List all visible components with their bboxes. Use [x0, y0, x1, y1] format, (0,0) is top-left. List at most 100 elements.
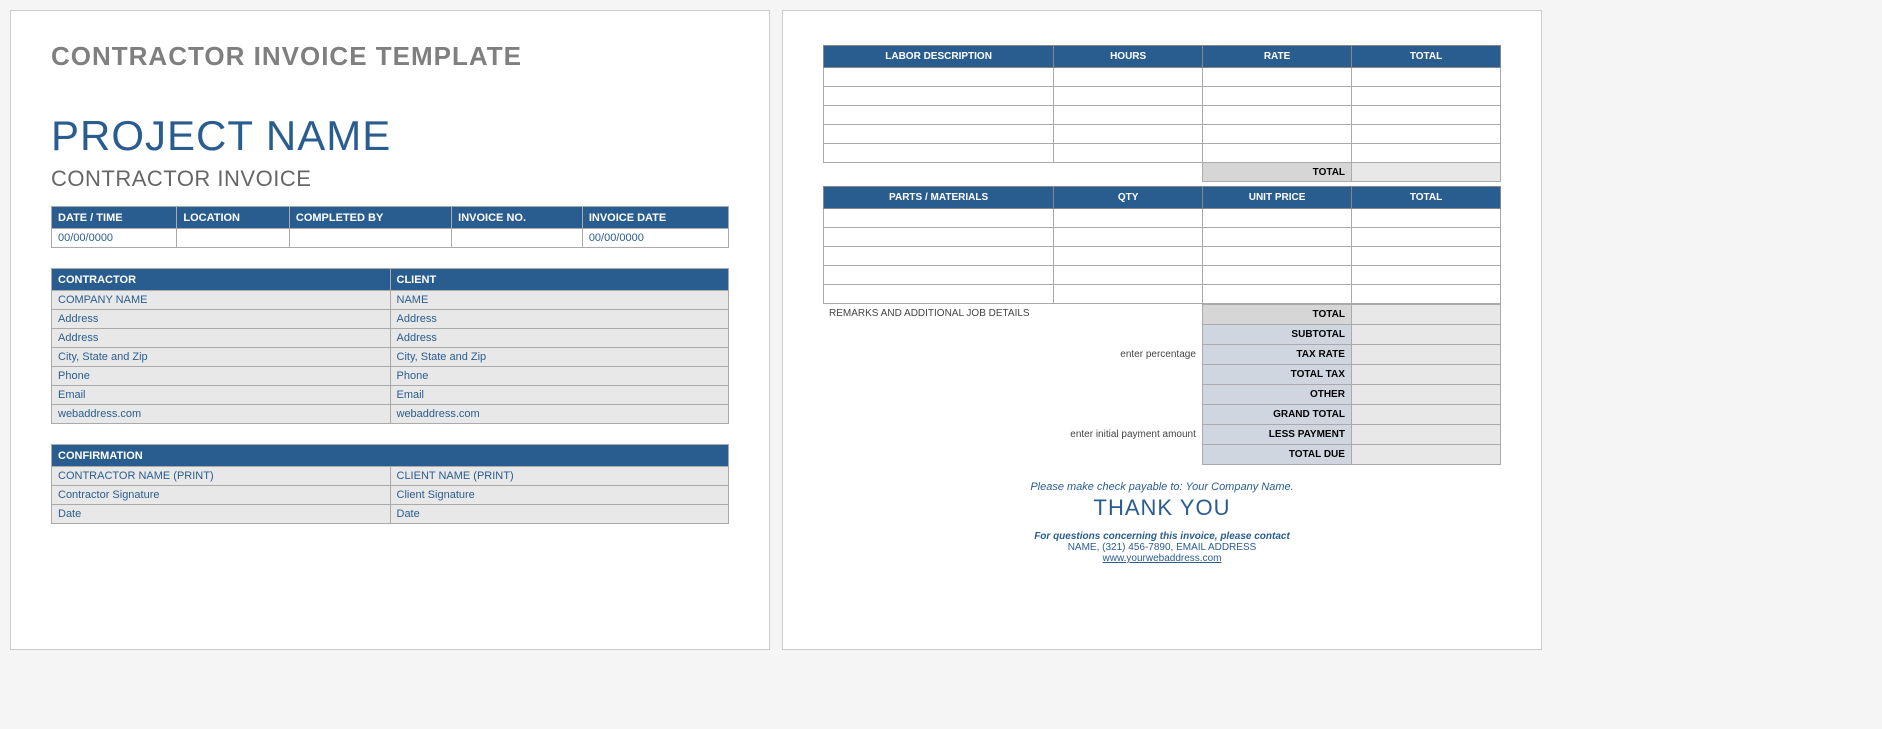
- labor-cell[interactable]: [1203, 68, 1352, 87]
- summary-totaltax-label: TOTAL TAX: [1202, 365, 1351, 385]
- hint-initialpayment: enter initial payment amount: [1053, 425, 1202, 445]
- labor-cell[interactable]: [1352, 87, 1501, 106]
- labor-header-total: TOTAL: [1352, 46, 1501, 68]
- meta-value-invoicedate[interactable]: 00/00/0000: [582, 229, 728, 248]
- summary-lesspayment-label: LESS PAYMENT: [1202, 425, 1351, 445]
- confirm-client-name[interactable]: CLIENT NAME (PRINT): [390, 467, 729, 486]
- contractor-citystatezip[interactable]: City, State and Zip: [52, 348, 391, 367]
- labor-cell[interactable]: [1054, 68, 1203, 87]
- client-web[interactable]: webaddress.com: [390, 405, 729, 424]
- labor-cell[interactable]: [1203, 144, 1352, 163]
- summary-taxrate-label: TAX RATE: [1202, 345, 1351, 365]
- info-table: CONTRACTOR CLIENT COMPANY NAMENAME Addre…: [51, 268, 729, 424]
- hint-percentage: enter percentage: [1053, 345, 1202, 365]
- labor-cell[interactable]: [1203, 106, 1352, 125]
- client-address1[interactable]: Address: [390, 310, 729, 329]
- client-citystatezip[interactable]: City, State and Zip: [390, 348, 729, 367]
- contractor-address1[interactable]: Address: [52, 310, 391, 329]
- parts-cell[interactable]: [824, 266, 1054, 285]
- summary-grandtotal-value[interactable]: [1351, 405, 1500, 425]
- client-email[interactable]: Email: [390, 386, 729, 405]
- summary-totaltax-value[interactable]: [1351, 365, 1500, 385]
- parts-cell[interactable]: [1054, 228, 1203, 247]
- client-header: CLIENT: [390, 269, 729, 291]
- meta-header-invoicedate: INVOICE DATE: [582, 207, 728, 229]
- parts-cell[interactable]: [824, 209, 1054, 228]
- parts-cell[interactable]: [824, 285, 1054, 304]
- project-title: PROJECT NAME: [51, 112, 729, 160]
- parts-cell[interactable]: [1203, 228, 1352, 247]
- confirm-contractor-date[interactable]: Date: [52, 505, 391, 524]
- labor-cell[interactable]: [1054, 144, 1203, 163]
- meta-header-completedby: COMPLETED BY: [289, 207, 451, 229]
- labor-cell[interactable]: [1203, 125, 1352, 144]
- confirm-contractor-name[interactable]: CONTRACTOR NAME (PRINT): [52, 467, 391, 486]
- meta-header-location: LOCATION: [177, 207, 290, 229]
- labor-cell[interactable]: [824, 87, 1054, 106]
- parts-cell[interactable]: [1352, 228, 1501, 247]
- contractor-company[interactable]: COMPANY NAME: [52, 291, 391, 310]
- parts-cell[interactable]: [1203, 247, 1352, 266]
- parts-cell[interactable]: [1352, 285, 1501, 304]
- meta-value-datetime[interactable]: 00/00/0000: [52, 229, 177, 248]
- summary-total-value[interactable]: [1351, 305, 1500, 325]
- template-title: CONTRACTOR INVOICE TEMPLATE: [51, 41, 729, 72]
- parts-cell[interactable]: [1352, 209, 1501, 228]
- meta-value-completedby[interactable]: [289, 229, 451, 248]
- labor-cell[interactable]: [824, 68, 1054, 87]
- summary-totaldue-value[interactable]: [1351, 445, 1500, 465]
- footer-payable: Please make check payable to: Your Compa…: [823, 481, 1501, 493]
- client-address2[interactable]: Address: [390, 329, 729, 348]
- labor-total-value[interactable]: [1352, 163, 1501, 182]
- labor-cell[interactable]: [1054, 125, 1203, 144]
- meta-value-invoiceno[interactable]: [452, 229, 583, 248]
- parts-cell[interactable]: [1054, 285, 1203, 304]
- summary-grandtotal-label: GRAND TOTAL: [1202, 405, 1351, 425]
- summary-subtotal-value[interactable]: [1351, 325, 1500, 345]
- confirm-client-date[interactable]: Date: [390, 505, 729, 524]
- confirm-contractor-sig[interactable]: Contractor Signature: [52, 486, 391, 505]
- contractor-email[interactable]: Email: [52, 386, 391, 405]
- labor-header-hours: HOURS: [1054, 46, 1203, 68]
- labor-cell[interactable]: [1203, 87, 1352, 106]
- labor-header-rate: RATE: [1203, 46, 1352, 68]
- parts-cell[interactable]: [1054, 266, 1203, 285]
- labor-cell[interactable]: [824, 125, 1054, 144]
- footer-web: www.yourwebaddress.com: [823, 553, 1501, 564]
- contractor-address2[interactable]: Address: [52, 329, 391, 348]
- summary-other-label: OTHER: [1202, 385, 1351, 405]
- page-1: CONTRACTOR INVOICE TEMPLATE PROJECT NAME…: [10, 10, 770, 650]
- summary-subtotal-label: SUBTOTAL: [1202, 325, 1351, 345]
- parts-cell[interactable]: [1203, 285, 1352, 304]
- client-phone[interactable]: Phone: [390, 367, 729, 386]
- summary-other-value[interactable]: [1351, 385, 1500, 405]
- labor-cell[interactable]: [1054, 87, 1203, 106]
- meta-value-location[interactable]: [177, 229, 290, 248]
- labor-cell[interactable]: [1352, 125, 1501, 144]
- client-name[interactable]: NAME: [390, 291, 729, 310]
- labor-cell[interactable]: [824, 106, 1054, 125]
- subtitle: CONTRACTOR INVOICE: [51, 166, 729, 192]
- contractor-web[interactable]: webaddress.com: [52, 405, 391, 424]
- labor-cell[interactable]: [1054, 106, 1203, 125]
- confirm-client-sig[interactable]: Client Signature: [390, 486, 729, 505]
- parts-table: PARTS / MATERIALS QTY UNIT PRICE TOTAL: [823, 186, 1501, 304]
- meta-header-invoiceno: INVOICE NO.: [452, 207, 583, 229]
- parts-cell[interactable]: [1352, 247, 1501, 266]
- contractor-phone[interactable]: Phone: [52, 367, 391, 386]
- remarks-label: REMARKS AND ADDITIONAL JOB DETAILS: [823, 305, 1202, 325]
- parts-cell[interactable]: [1352, 266, 1501, 285]
- labor-cell[interactable]: [1352, 106, 1501, 125]
- labor-cell[interactable]: [824, 144, 1054, 163]
- labor-cell[interactable]: [1352, 144, 1501, 163]
- parts-cell[interactable]: [1054, 247, 1203, 266]
- parts-cell[interactable]: [1054, 209, 1203, 228]
- parts-cell[interactable]: [1203, 266, 1352, 285]
- page-2: LABOR DESCRIPTION HOURS RATE TOTAL TOTAL…: [782, 10, 1542, 650]
- parts-cell[interactable]: [824, 247, 1054, 266]
- summary-lesspayment-value[interactable]: [1351, 425, 1500, 445]
- labor-cell[interactable]: [1352, 68, 1501, 87]
- parts-cell[interactable]: [1203, 209, 1352, 228]
- parts-cell[interactable]: [824, 228, 1054, 247]
- summary-taxrate-value[interactable]: [1351, 345, 1500, 365]
